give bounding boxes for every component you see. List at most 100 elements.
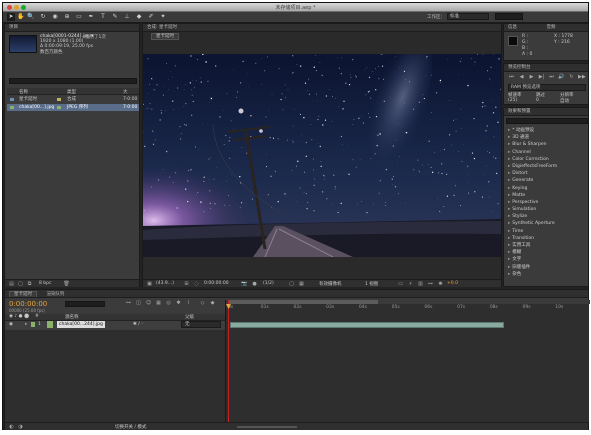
expand-triangle-icon[interactable]: ▸: [508, 186, 510, 191]
hand-tool-icon[interactable]: ✋: [17, 13, 25, 21]
grid-icon[interactable]: ⊞: [183, 281, 190, 287]
effects-category[interactable]: ▸ Color Correction: [506, 156, 588, 163]
render-queue-tab[interactable]: 渲染队列: [46, 292, 64, 297]
flowchart-icon[interactable]: ⊶: [427, 281, 434, 287]
audio-tab[interactable]: 音频: [546, 25, 555, 30]
effects-category[interactable]: ▸ Keying: [506, 185, 588, 192]
column-name[interactable]: 名称: [19, 89, 28, 95]
camera-select[interactable]: 有效摄像机: [319, 281, 342, 287]
expand-triangle-icon[interactable]: ▸: [508, 178, 510, 183]
new-composition-icon[interactable]: ⧉: [26, 281, 33, 287]
info-tab[interactable]: 信息: [508, 25, 517, 30]
last-frame-icon[interactable]: ⏭: [548, 74, 555, 80]
ram-preview-icon[interactable]: ▶▶: [578, 74, 586, 80]
skip-select[interactable]: 0: [536, 98, 539, 103]
expand-triangle-icon[interactable]: ▸: [508, 128, 510, 133]
timeline-comp-tab[interactable]: 星卡延时: [9, 291, 37, 297]
effects-search-input[interactable]: [506, 118, 588, 124]
column-type[interactable]: 类型: [67, 89, 76, 95]
work-area-range[interactable]: [228, 300, 378, 304]
keyframe-nav-icon[interactable]: ◆: [209, 300, 216, 306]
preview-options-select[interactable]: RAM 预览选项: [508, 84, 586, 91]
effects-category[interactable]: ▸ 文字: [506, 256, 588, 263]
expand-triangle-icon[interactable]: ▸: [508, 150, 510, 155]
time-ruler[interactable]: 0s 01s 02s 03s 04s 05s 06s 07s 08s 09s 10s: [226, 305, 590, 312]
magnification-select[interactable]: (43.9…): [156, 281, 174, 286]
play-icon[interactable]: ▶: [528, 74, 535, 80]
effects-category[interactable]: ▸ 旧版插件: [506, 264, 588, 271]
workspace-select[interactable]: 标准: [447, 13, 489, 20]
graph-editor-icon[interactable]: ⌇: [185, 300, 192, 306]
layer-label-color[interactable]: [31, 322, 35, 327]
motion-blur-icon[interactable]: ◎: [165, 300, 172, 306]
snapshot-icon[interactable]: 📷: [241, 281, 248, 287]
effects-category[interactable]: ▸ Perspective: [506, 199, 588, 206]
expand-layer-icon[interactable]: ▸: [25, 322, 27, 327]
draft-3d-icon[interactable]: ◫: [135, 300, 142, 306]
show-snapshot-icon[interactable]: ●: [251, 281, 258, 287]
column-source-name[interactable]: 源名称: [65, 314, 79, 320]
rotate-tool-icon[interactable]: ↻: [39, 13, 47, 21]
rectangle-tool-icon[interactable]: ▭: [75, 13, 83, 21]
expand-triangle-icon[interactable]: ▸: [508, 229, 510, 234]
project-item-footage[interactable]: chaka[00...].jpg JPEG 序列 7·0:00: [7, 104, 139, 111]
timeline-icon[interactable]: ▥: [417, 281, 424, 287]
pen-tool-icon[interactable]: ✒: [87, 13, 95, 21]
mask-visibility-icon[interactable]: ◌: [193, 281, 200, 287]
project-search-input[interactable]: [9, 78, 137, 84]
resolution-select[interactable]: (1/2): [263, 281, 274, 286]
layer-name[interactable]: chaka[00...244].jpg: [57, 321, 105, 328]
brush-tool-icon[interactable]: ✎: [111, 13, 119, 21]
eraser-tool-icon[interactable]: ◆: [135, 13, 143, 21]
timeline-timecode[interactable]: 0:00:00:00: [9, 300, 47, 308]
effects-tab[interactable]: 效果和预置: [504, 108, 588, 116]
effects-category[interactable]: ▸ Blur & Sharpen: [506, 141, 588, 148]
current-time-indicator[interactable]: [228, 300, 229, 422]
effects-category[interactable]: ▸ Distort: [506, 170, 588, 177]
help-search-input[interactable]: [495, 13, 523, 20]
clone-stamp-tool-icon[interactable]: ⊥: [123, 13, 131, 21]
effects-category[interactable]: ▸ 实用工具: [506, 242, 588, 249]
expand-triangle-icon[interactable]: ▸: [508, 207, 510, 212]
effects-category[interactable]: ▸ Matte: [506, 192, 588, 199]
effects-category[interactable]: ▸ 杂色: [506, 271, 588, 278]
interpret-footage-icon[interactable]: ▤: [8, 281, 15, 287]
effects-category[interactable]: ▸ * 动画预设: [506, 127, 588, 134]
layer-row[interactable]: ◉ ▸ 1 chaka[00...244].jpg ✱ / ◦ 无: [5, 321, 225, 329]
expand-triangle-icon[interactable]: ▸: [508, 272, 510, 277]
effects-category[interactable]: ▸ Synthetic Aperture: [506, 220, 588, 227]
zoom-slider[interactable]: [237, 426, 297, 428]
comp-mini-flowchart-icon[interactable]: ⊶: [125, 300, 132, 306]
selection-tool-icon[interactable]: ➤: [7, 13, 15, 21]
first-frame-icon[interactable]: ⏮: [508, 74, 515, 80]
camera-tool-icon[interactable]: ◉: [51, 13, 59, 21]
effects-category[interactable]: ▸ Transition: [506, 235, 588, 242]
parent-select[interactable]: 无: [181, 321, 221, 328]
exposure-value[interactable]: +0.0: [447, 281, 458, 286]
layer-switches[interactable]: ✱ / ◦: [133, 322, 144, 327]
toggle-switches-modes[interactable]: 切换开关 / 模式: [115, 424, 146, 430]
frame-blending-icon[interactable]: ▦: [155, 300, 162, 306]
layer-duration-bar[interactable]: [230, 322, 504, 328]
expand-triangle-icon[interactable]: ▸: [508, 243, 510, 248]
expand-triangle-icon[interactable]: ▸: [508, 221, 510, 226]
auto-keyframe-icon[interactable]: ◇: [199, 300, 206, 306]
effects-category[interactable]: ▸ Time: [506, 228, 588, 235]
new-folder-icon[interactable]: ▢: [17, 281, 24, 287]
expand-triangle-icon[interactable]: ▸: [508, 214, 510, 219]
region-of-interest-icon[interactable]: ▢: [288, 281, 295, 287]
work-area-bar[interactable]: [226, 300, 590, 304]
expand-triangle-icon[interactable]: ▸: [508, 164, 510, 169]
expand-triangle-icon[interactable]: ▸: [508, 193, 510, 198]
timeline-track-area[interactable]: 0s 01s 02s 03s 04s 05s 06s 07s 08s 09s 10s: [225, 300, 590, 422]
current-time-display[interactable]: 0:00:00:00: [204, 281, 229, 286]
visibility-icon[interactable]: ◉: [9, 322, 13, 327]
views-select[interactable]: 1 视图: [365, 281, 378, 287]
roto-brush-tool-icon[interactable]: ✐: [147, 13, 155, 21]
composition-subtab[interactable]: 星卡延时: [151, 33, 179, 40]
preview-tab[interactable]: 预览控制台: [504, 64, 588, 72]
expand-triangle-icon[interactable]: ▸: [508, 200, 510, 205]
timeline-search-input[interactable]: [65, 301, 105, 307]
project-tab[interactable]: 项目: [5, 24, 139, 32]
composition-tab[interactable]: 合成: 星卡延时: [143, 24, 501, 32]
